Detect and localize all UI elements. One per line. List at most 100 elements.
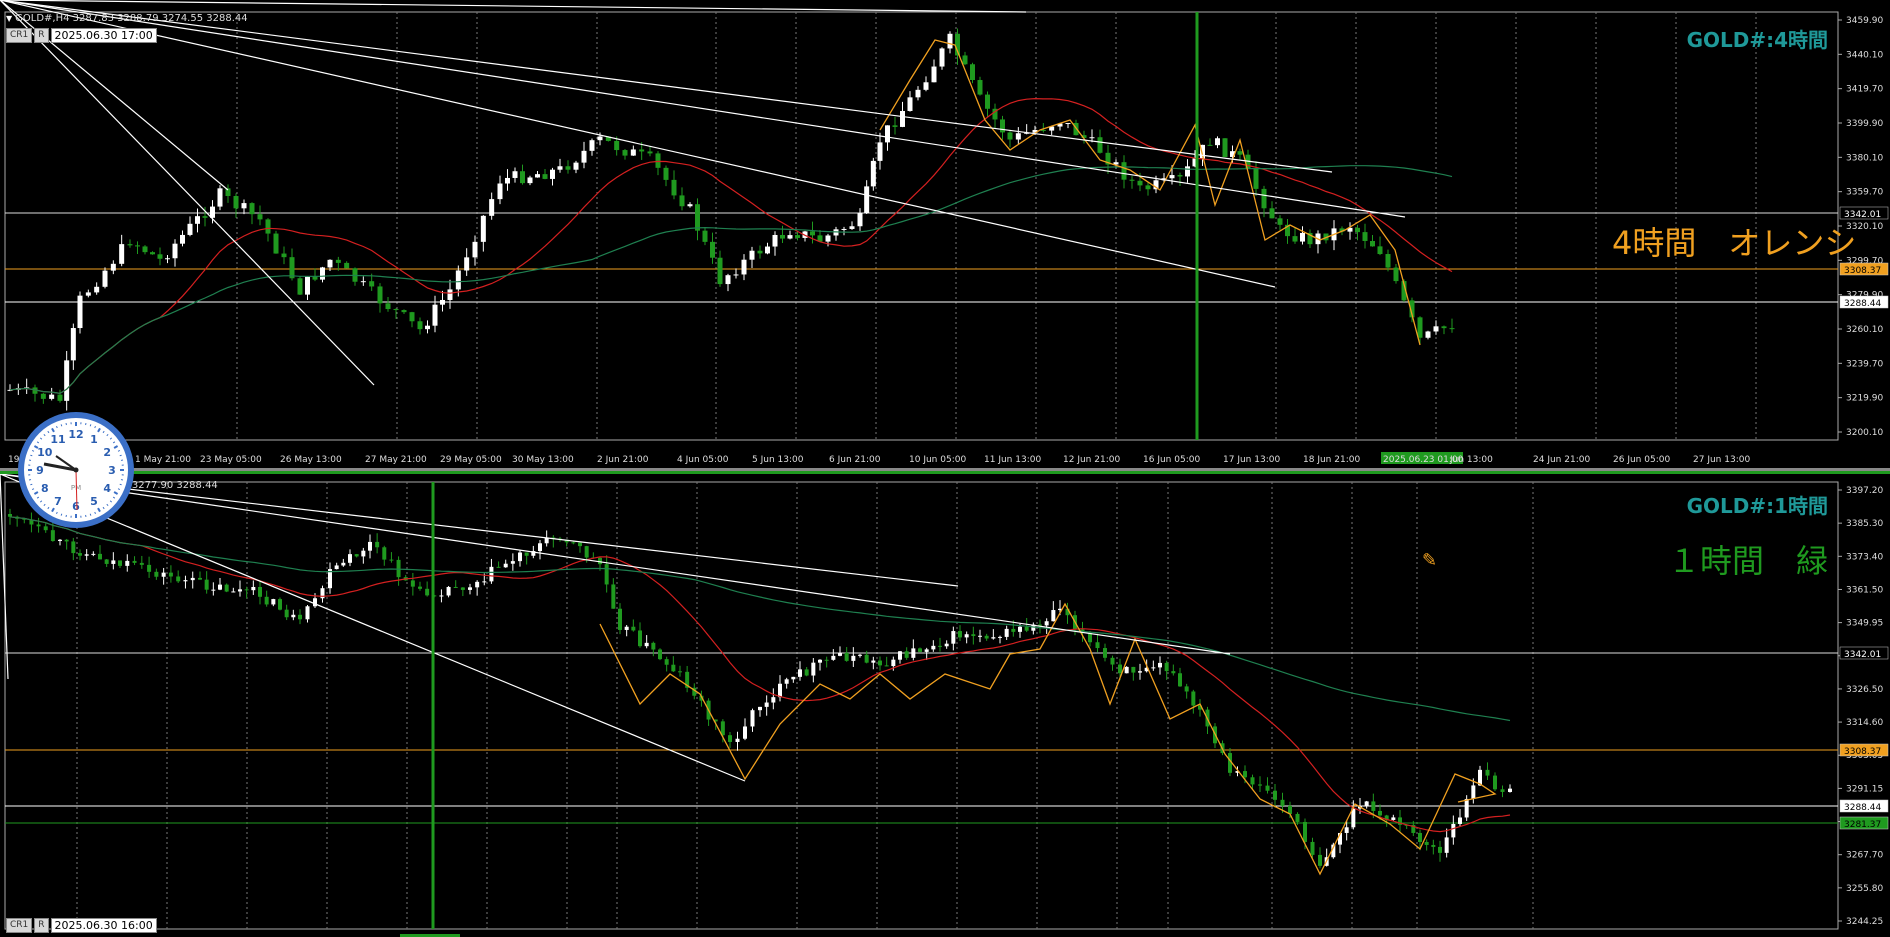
x-tick-label: 27 Jun 13:00 [1693,455,1750,465]
candle-body [258,214,263,219]
h1-r-button[interactable]: R [34,918,48,933]
candle-body [425,326,430,329]
h1-cr1-button[interactable]: CR1 [6,918,32,933]
chart-panel-h4[interactable]: 3459.903440.103419.703399.903380.103359.… [0,0,1890,468]
candle-body [1458,817,1462,823]
candle-body [98,554,102,560]
clock-tick [30,455,32,456]
clock-number: 2 [103,446,111,459]
clock-center [74,468,79,473]
candle-body [205,580,209,590]
candle-body [785,679,789,683]
clock-tick [30,484,32,485]
candle-body [49,395,54,399]
chart-panel-h1[interactable]: 3397.203385.303373.403361.503349.953338.… [0,471,1890,937]
candle-body [165,258,170,259]
clock-tick [118,450,120,451]
candle-body [664,168,669,180]
price-box-label: 3281.37 [1844,820,1881,830]
candle-body [285,610,289,618]
candle-body [688,204,693,206]
candle-body [858,213,863,226]
x-tick-label: 6 Jun 21:00 [829,455,881,465]
clock-tick [44,504,45,505]
candle-body [1258,784,1262,785]
h4-r-button[interactable]: R [34,28,48,43]
h1-panel-title: GOLD#:1時間 [1687,490,1828,519]
candle-body [473,242,478,257]
candle-body [258,587,262,597]
clock-tick [103,431,104,433]
h4-chart-canvas[interactable]: 3459.903440.103419.703399.903380.103359.… [0,0,1890,468]
x-tick-label: 26 Jun 05:00 [1613,455,1670,465]
analog-clock-widget[interactable]: 121234567891011PM [18,412,134,528]
clock-tick [37,497,39,498]
clock-tick [61,514,62,516]
candle-body [773,235,778,247]
candle-body [810,231,815,235]
y-tick-label: 3385.30 [1846,519,1883,529]
candle-body [845,653,849,661]
price-box-label: 3308.37 [1844,747,1881,757]
candle-body [1191,691,1195,705]
candle-body [838,653,842,656]
candle-body [468,587,472,590]
candle-body [1471,785,1475,799]
h1-chart-canvas[interactable]: 3397.203385.303373.403361.503349.953338.… [0,474,1890,937]
candle-body [489,199,494,216]
collapse-triangle-icon[interactable]: ▼ [6,14,12,23]
candle-body [826,235,831,241]
candle-body [448,289,453,300]
candle-body [119,244,124,264]
candle-body [850,226,855,229]
y-tick-label: 3244.25 [1846,917,1883,927]
trend-line [0,474,8,679]
clock-tick [56,426,57,428]
clock-tick [95,512,96,514]
candle-body [1243,771,1247,777]
candle-body [1371,801,1375,811]
candle-body [397,560,401,577]
candle-body [118,560,122,565]
candle-body [726,275,731,284]
candle-body [998,637,1002,638]
candle-body [938,646,942,647]
candle-body [1394,268,1399,282]
h4-cr1-button[interactable]: CR1 [6,28,32,43]
candle-body [1311,842,1315,855]
candle-body [940,48,945,66]
candle-body [1185,686,1189,691]
candle-body [985,636,989,639]
candle-body [918,648,922,652]
clock-tick [32,489,34,490]
candle-body [1016,133,1021,139]
candle-body [1090,137,1095,138]
candle-body [858,655,862,656]
candle-body [648,151,653,153]
candle-body [1501,789,1505,792]
candle-body [842,229,847,230]
candle-body [242,203,247,208]
candle-body [313,598,317,606]
candle-body [1293,236,1298,241]
candle-body [1051,610,1055,621]
clock-tick [103,507,104,509]
candle-body [1418,833,1422,842]
candle-body [963,55,968,64]
candle-body [402,310,407,312]
trend-line [0,474,1230,654]
x-tick-label: 11 Jun 13:00 [984,455,1041,465]
x-tick-label: 10 Jun 05:00 [909,455,966,465]
pencil-cursor-icon: ✎ [1422,550,1437,571]
clock-tick [44,434,45,435]
candle-body [497,567,501,568]
candle-body [1426,331,1431,337]
candle-body [908,97,913,111]
candle-body [1262,189,1267,208]
y-tick-label: 3419.70 [1846,85,1883,95]
candle-body [518,552,522,561]
candle-body [1130,180,1135,181]
candle-body [978,636,982,637]
candle-body [298,615,302,620]
candle-body [133,561,137,563]
